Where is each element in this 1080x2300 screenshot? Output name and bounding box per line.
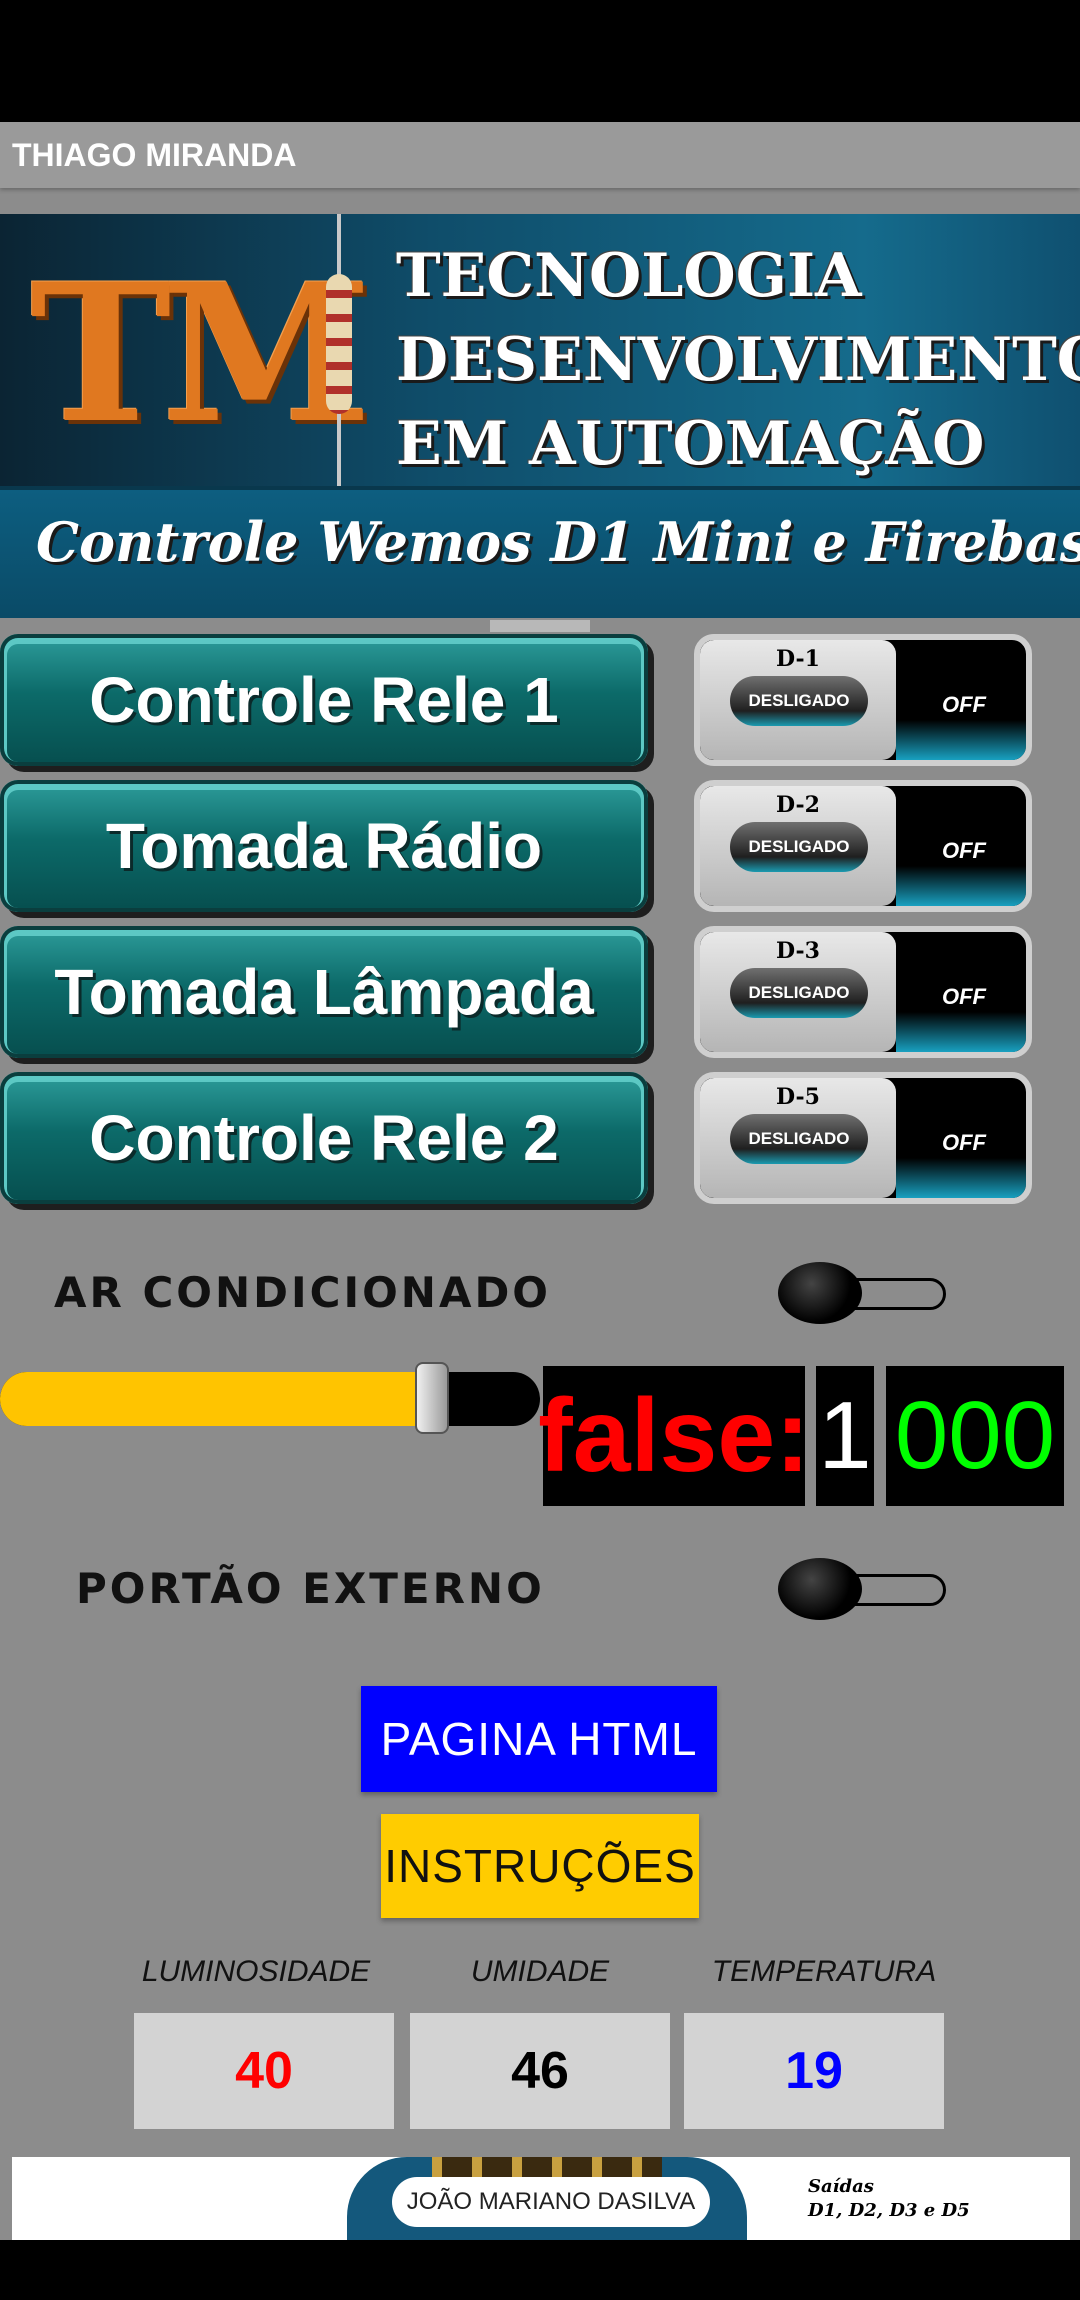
value-readout: 000 <box>886 1366 1064 1506</box>
banner-heading: TECNOLOGIA DESENVOLVIMENTO EM AUTOMAÇÃO <box>396 234 1080 486</box>
pin-label: D-5 <box>776 1084 820 1110</box>
humidity-label: UMIDADE <box>470 1955 610 1988</box>
html-page-button[interactable]: PAGINA HTML <box>361 1686 717 1792</box>
footer-image: JOÃO MARIANO DASILVA Saídas D1, D2, D3 e… <box>12 2157 1070 2240</box>
humidity-value: 46 <box>410 2013 670 2129</box>
off-label: OFF <box>942 1130 986 1155</box>
temperature-value: 19 <box>684 2013 944 2129</box>
pin-label: D-2 <box>776 792 820 818</box>
relay-2-button[interactable]: Tomada Rádio <box>0 780 648 912</box>
off-label: OFF <box>942 692 986 717</box>
pin-label: D-3 <box>776 938 820 964</box>
status-text: false: <box>538 1378 810 1494</box>
relay-3-switch[interactable]: D-3 DESLIGADO OFF <box>694 926 1032 1058</box>
slider-thumb[interactable] <box>415 1362 449 1434</box>
banner-image: TM TECNOLOGIA DESENVOLVIMENTO EM AUTOMAÇ… <box>0 214 1080 618</box>
off-label: OFF <box>942 984 986 1009</box>
toggle-thumb <box>778 1262 862 1324</box>
value-text: 000 <box>894 1382 1056 1489</box>
temperature-label: TEMPERATURA <box>711 1955 937 1988</box>
state-label: DESLIGADO <box>730 1114 868 1164</box>
relay-1-switch[interactable]: D-1 DESLIGADO OFF <box>694 634 1032 766</box>
luminosity-value: 40 <box>134 2013 394 2129</box>
state-label: DESLIGADO <box>730 822 868 872</box>
digit-text: 1 <box>818 1382 872 1489</box>
outputs-note: Saídas D1, D2, D3 e D5 <box>808 2175 970 2223</box>
outputs-title: Saídas <box>808 2176 874 2197</box>
relay-1-button[interactable]: Controle Rele 1 <box>0 634 648 766</box>
state-label: DESLIGADO <box>730 968 868 1018</box>
switch-glow <box>896 720 1026 760</box>
relay-4-button[interactable]: Controle Rele 2 <box>0 1072 648 1204</box>
banner-logo: TM <box>30 242 372 465</box>
digit-readout: 1 <box>816 1366 874 1506</box>
scroll-indicator <box>490 620 590 632</box>
slider-fill <box>0 1372 432 1426</box>
banner-line: EM AUTOMAÇÃO <box>396 409 985 479</box>
author-name: JOÃO MARIANO DASILVA <box>392 2177 710 2227</box>
relay-4-switch[interactable]: D-5 DESLIGADO OFF <box>694 1072 1032 1204</box>
ac-label: AR CONDICIONADO <box>54 1268 552 1317</box>
banner-subtitle: Controle Wemos D1 Mini e Firebase <box>36 510 1080 574</box>
gate-toggle[interactable] <box>778 1558 950 1620</box>
app-title: THIAGO MIRANDA <box>0 122 1080 188</box>
ac-toggle[interactable] <box>778 1262 950 1324</box>
instructions-button[interactable]: INSTRUÇÕES <box>381 1814 699 1918</box>
relay-2-switch[interactable]: D-2 DESLIGADO OFF <box>694 780 1032 912</box>
pin-label: D-1 <box>776 646 820 672</box>
resistor-icon <box>324 214 354 504</box>
toggle-thumb <box>778 1558 862 1620</box>
switch-glow <box>896 866 1026 906</box>
status-bar <box>0 0 1080 122</box>
navigation-bar <box>0 2240 1080 2300</box>
switch-glow <box>896 1012 1026 1052</box>
state-label: DESLIGADO <box>730 676 868 726</box>
gate-label: PORTÃO EXTERNO <box>76 1564 545 1613</box>
banner-line: DESENVOLVIMENTO <box>396 325 1080 395</box>
outputs-list: D1, D2, D3 e D5 <box>808 2200 970 2221</box>
banner-line: TECNOLOGIA <box>396 241 862 311</box>
luminosity-label: LUMINOSIDADE <box>141 1955 371 1988</box>
switch-glow <box>896 1158 1026 1198</box>
relay-3-button[interactable]: Tomada Lâmpada <box>0 926 648 1058</box>
off-label: OFF <box>942 838 986 863</box>
status-readout: false: <box>538 1366 810 1506</box>
